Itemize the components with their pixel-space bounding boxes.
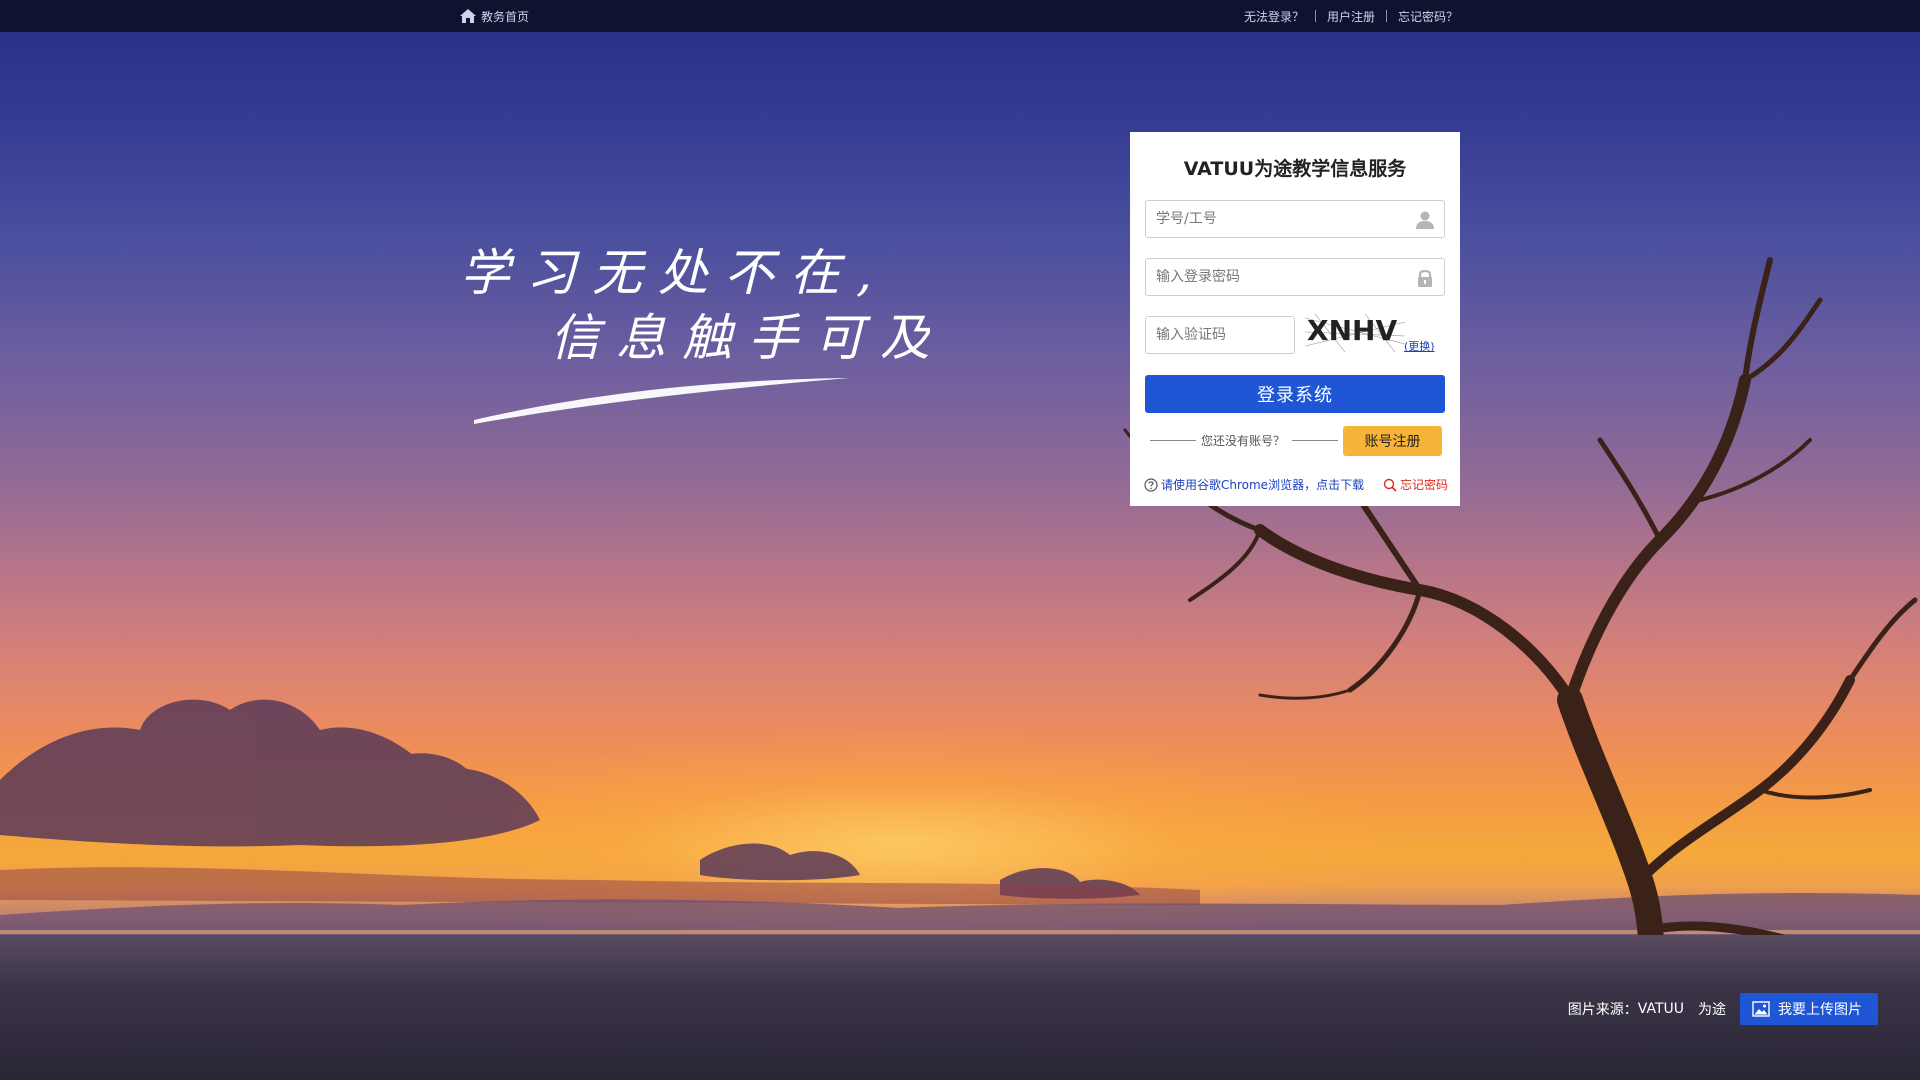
image-source-brand-sub: 为途	[1698, 1002, 1726, 1018]
user-register-link[interactable]: 用户注册	[1316, 8, 1386, 25]
user-icon	[1416, 211, 1434, 229]
username-input[interactable]	[1146, 201, 1406, 237]
background-scene	[0, 257, 1920, 1080]
captcha-field	[1145, 316, 1296, 354]
forgot-password-text: 忘记密码	[1399, 478, 1448, 492]
register-button[interactable]: 账号注册	[1343, 426, 1442, 456]
chrome-download-text: 请使用谷歌Chrome浏览器，点击下载	[1161, 478, 1365, 492]
upload-image-label: 我要上传图片	[1778, 1002, 1862, 1018]
no-account-prompt: 您还没有账号？	[1201, 434, 1286, 448]
card-footer: 请使用谷歌Chrome浏览器，点击下载 忘记密码	[1144, 476, 1448, 494]
search-icon	[1383, 478, 1397, 492]
captcha-input[interactable]	[1146, 317, 1296, 353]
upload-image-button[interactable]: 我要上传图片	[1740, 993, 1878, 1025]
slogan-line-1: 学习无处不在,	[460, 244, 888, 302]
forgot-password-link[interactable]: 忘记密码？	[1387, 8, 1458, 25]
slogan: 学习无处不在, 信息触手可及	[460, 244, 930, 424]
lock-icon	[1418, 269, 1432, 287]
captcha-text: XNHV	[1307, 314, 1397, 347]
divider	[1292, 440, 1338, 441]
login-title: VATUU为途教学信息服务	[1183, 158, 1407, 180]
help-icon	[1144, 477, 1158, 492]
home-link[interactable]: 教务首页	[460, 0, 529, 32]
image-source-brand: VATUU	[1637, 1001, 1684, 1017]
login-card: VATUU为途教学信息服务 XNHV (更换) 登录系统 您	[1130, 132, 1460, 506]
captcha-refresh-link[interactable]: (更换)	[1404, 338, 1435, 354]
password-input[interactable]	[1146, 259, 1406, 295]
username-field	[1145, 200, 1445, 238]
divider	[1150, 440, 1196, 441]
top-bar: 教务首页 无法登录？ 用户注册 忘记密码？	[0, 0, 1920, 32]
captcha-image[interactable]: XNHV	[1305, 314, 1405, 352]
home-icon	[460, 9, 476, 23]
forgot-password-link-card[interactable]: 忘记密码	[1383, 476, 1448, 493]
brush-stroke	[474, 378, 850, 424]
slogan-line-2: 信息触手可及	[550, 309, 930, 367]
image-credit: 图片来源： VATUU 为途 我要上传图片	[1568, 993, 1878, 1025]
password-field	[1145, 258, 1445, 296]
register-row: 您还没有账号？ 账号注册	[1130, 424, 1460, 456]
home-label: 教务首页	[481, 9, 530, 24]
login-button[interactable]: 登录系统	[1145, 375, 1445, 413]
image-icon	[1752, 1001, 1770, 1017]
top-links: 无法登录？ 用户注册 忘记密码？	[1233, 0, 1458, 32]
image-source-label: 图片来源：	[1567, 1002, 1638, 1018]
chrome-download-link[interactable]: 请使用谷歌Chrome浏览器，点击下载	[1144, 476, 1364, 493]
cannot-login-link[interactable]: 无法登录？	[1233, 8, 1315, 25]
